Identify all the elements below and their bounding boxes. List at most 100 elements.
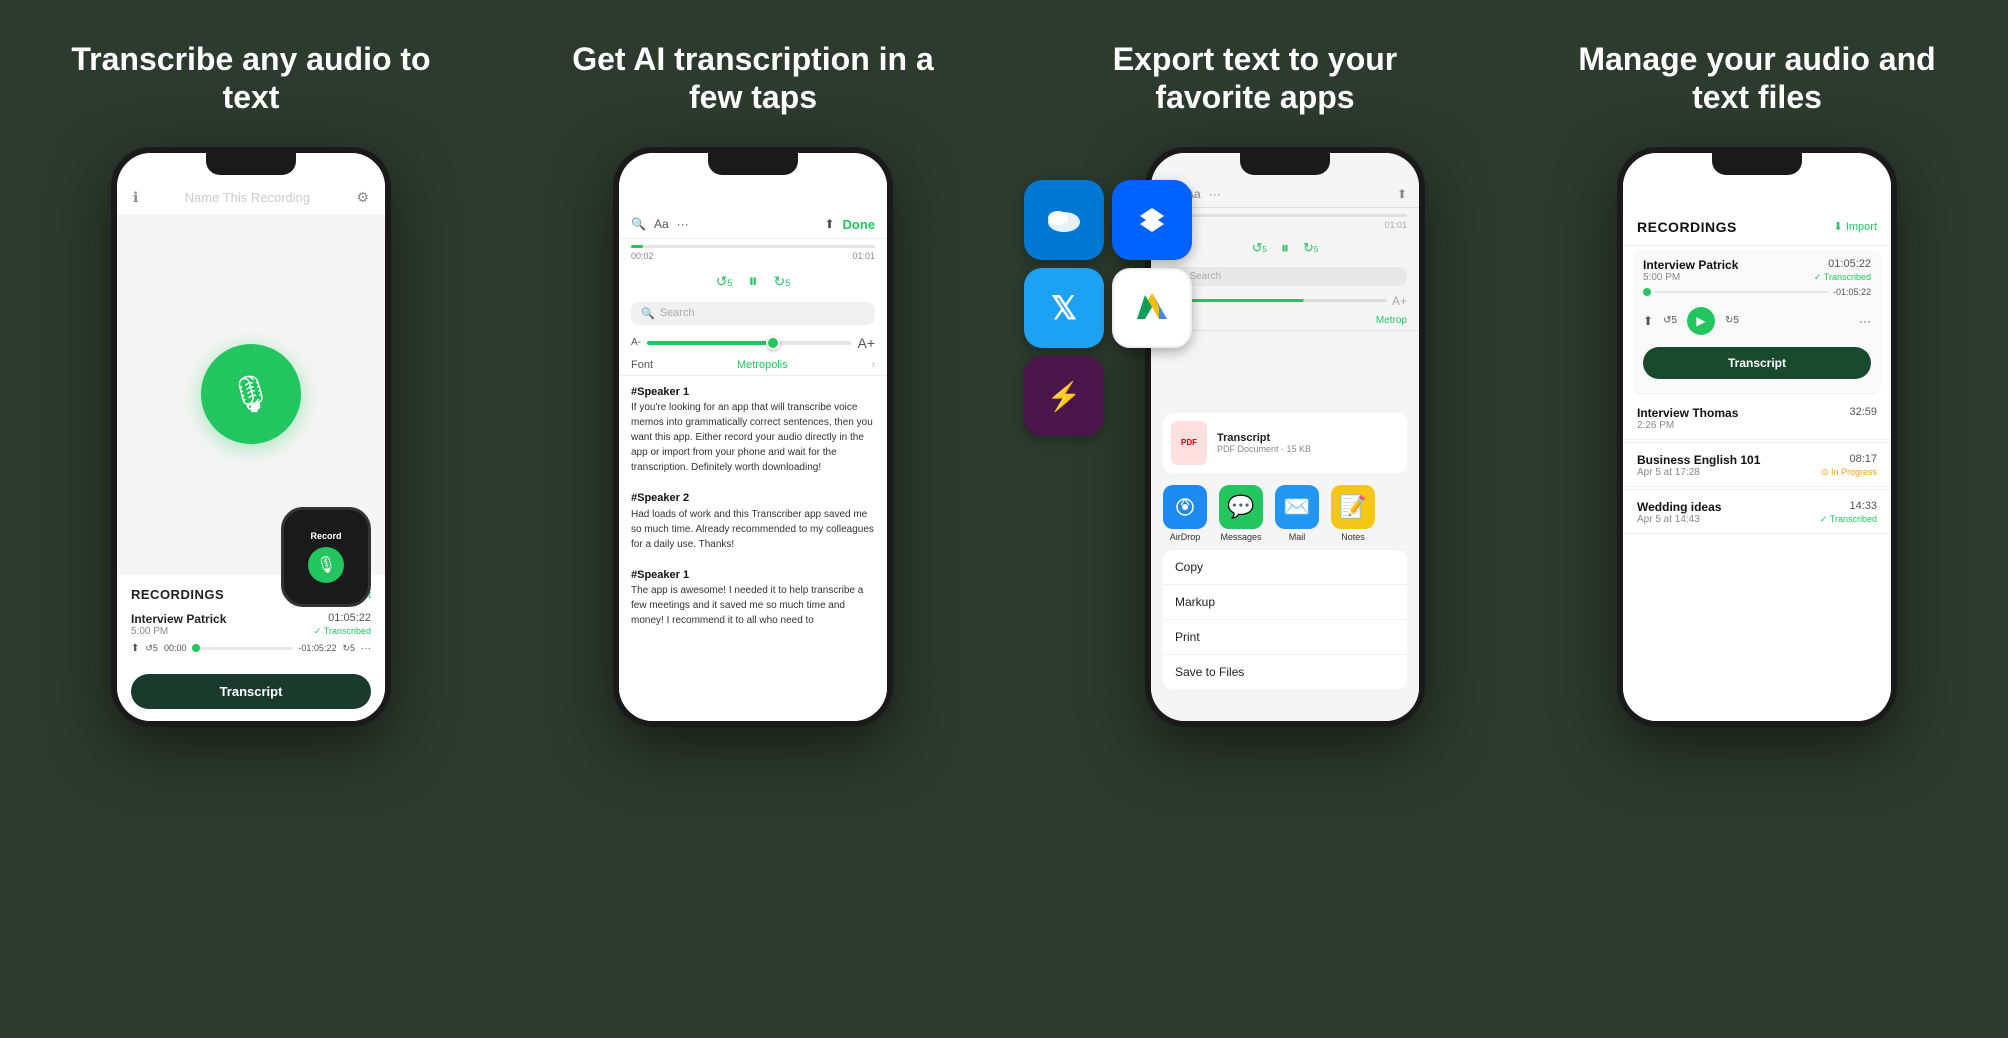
playback-controls: ↺5 ⏸ ↻5 — [619, 267, 887, 296]
share-file-item: PDF Transcript PDF Document · 15 KB — [1163, 413, 1407, 473]
play-green-4[interactable]: ▶ — [1687, 307, 1715, 335]
done-button[interactable]: Done — [843, 217, 876, 232]
font-small-label: A- — [631, 337, 641, 348]
recordings-list-screen: RECORDINGS ⬇ Import Interview Patrick 01… — [1623, 153, 1891, 721]
info-icon: ℹ — [133, 189, 138, 206]
recording-header: ℹ Name This Recording ⚙ — [117, 181, 385, 214]
slack-icon[interactable]: ⚡ — [1024, 356, 1104, 436]
twitter-icon[interactable]: 𝕏 — [1024, 268, 1104, 348]
recording-item-0[interactable]: Interview Patrick 01:05:22 5:00 PM ✓ Tra… — [131, 612, 371, 660]
search-bar-editor[interactable]: 🔍 Search — [631, 302, 875, 325]
more-icon-4[interactable]: ··· — [1859, 314, 1871, 328]
panel-2-title: Get AI transcription in a few taps — [563, 40, 943, 117]
rec-list-title: RECORDINGS — [1637, 219, 1737, 235]
print-action[interactable]: Print — [1163, 620, 1407, 655]
phone-mockup-4: RECORDINGS ⬇ Import Interview Patrick 01… — [1617, 147, 1897, 727]
notes-icon-circle: 📝 — [1331, 485, 1375, 529]
time-labels: 00:02 01:01 — [631, 251, 875, 261]
rec-dur-p4-3: 14:33 — [1849, 500, 1877, 514]
more-icon-0[interactable]: ··· — [361, 643, 371, 654]
speaker1-label: #Speaker 1 — [631, 384, 875, 401]
dropbox-icon[interactable] — [1112, 180, 1192, 260]
messages-app-item[interactable]: 💬 Messages — [1219, 485, 1263, 542]
file-name: Transcript — [1217, 432, 1311, 444]
rec-status-p4-0: ✓ Transcribed — [1814, 272, 1871, 283]
progress-bar-0[interactable] — [192, 647, 292, 650]
floating-app-icons: 𝕏 ⚡ — [1024, 180, 1192, 436]
pause-ctrl[interactable]: ⏸ — [749, 271, 758, 292]
copy-action[interactable]: Copy — [1163, 550, 1407, 585]
font-slider[interactable] — [647, 341, 851, 345]
share-icon-4[interactable]: ⬆ — [1643, 314, 1653, 328]
mini-progress-0[interactable] — [1655, 291, 1829, 293]
transcript-button-1[interactable]: Transcript — [131, 674, 371, 709]
file-size: PDF Document · 15 KB — [1217, 444, 1311, 454]
watch-record-button[interactable]: 🎙 — [308, 547, 344, 583]
fwd5-icon-0[interactable]: ↻5 — [342, 643, 355, 654]
recordings-list-full: RECORDINGS ⬇ Import Interview Patrick 01… — [1623, 181, 1891, 721]
rec-dur-p4-2: 08:17 — [1849, 453, 1877, 467]
search-icon-bar: 🔍 — [641, 307, 655, 320]
rec-item-0[interactable]: Interview Patrick 01:05:22 5:00 PM ✓ Tra… — [1633, 250, 1881, 394]
notes-label: Notes — [1341, 532, 1365, 542]
phone-mockup-2: 🔍 Aa ··· ⬆ Done 00:02 — [613, 147, 893, 727]
rec-name-p4-1: Interview Thomas — [1637, 406, 1738, 420]
back5-icon-0[interactable]: ↺5 — [145, 643, 158, 654]
more-icon-editor[interactable]: ··· — [677, 217, 689, 231]
rec-name-p4-2: Business English 101 — [1637, 453, 1760, 467]
rec-item-3[interactable]: Wedding ideas 14:33 Apr 5 at 14:43 ✓ Tra… — [1623, 492, 1891, 534]
font-slider-dot — [766, 336, 780, 350]
phone-notch-3 — [1240, 153, 1330, 175]
export-icon[interactable]: ⬆ — [824, 217, 834, 231]
toolbar-right: ⬆ Done — [824, 217, 875, 232]
rec-dur-p4-1: 32:59 — [1849, 406, 1877, 420]
font-name-value[interactable]: Metropolis — [737, 359, 788, 371]
airdrop-app-item[interactable]: AirDrop — [1163, 485, 1207, 542]
rec-status-p4-3: ✓ Transcribed — [1820, 514, 1877, 525]
gear-icon[interactable]: ⚙ — [356, 189, 369, 206]
rec-import-btn[interactable]: ⬇ Import — [1834, 220, 1877, 233]
font-large-label: A+ — [857, 335, 875, 351]
rec-time-p4-2: Apr 5 at 17:28 — [1637, 467, 1700, 478]
mic-icon: 🎙 — [228, 373, 274, 415]
panel-4-title: Manage your audio and text files — [1567, 40, 1947, 117]
mail-label: Mail — [1289, 532, 1306, 542]
fwd5-4[interactable]: ↻5 — [1725, 315, 1739, 326]
gdrive-icon[interactable] — [1112, 268, 1192, 348]
watch-mic-icon: 🎙 — [316, 555, 336, 575]
audio-progress-track[interactable] — [631, 245, 875, 248]
watch-mockup: Record 🎙 — [281, 507, 371, 607]
time-end-3: 01:01 — [1384, 220, 1407, 230]
share-sheet: PDF Transcript PDF Document · 15 KB — [1151, 401, 1419, 721]
rec-item-2[interactable]: Business English 101 08:17 Apr 5 at 17:2… — [1623, 445, 1891, 487]
search-icon-editor[interactable]: 🔍 — [631, 217, 646, 231]
rec-name-p4-3: Wedding ideas — [1637, 500, 1721, 514]
rec-list-header: RECORDINGS ⬇ Import — [1623, 211, 1891, 243]
transcribed-badge-0: ✓ Transcribed — [314, 626, 371, 637]
end-time-0: -01:05:22 — [298, 643, 336, 653]
back5-ctrl[interactable]: ↺5 — [716, 273, 733, 290]
font-icon-editor[interactable]: Aa — [654, 217, 669, 231]
phone-mockup-1: ℹ Name This Recording ⚙ 🎙 RECORDINGS ⬇ I… — [111, 147, 391, 727]
back5-4[interactable]: ↺5 — [1663, 315, 1677, 326]
phone-notch-4 — [1712, 153, 1802, 175]
rec-name-0: Interview Patrick — [131, 612, 226, 626]
record-button-large[interactable]: 🎙 — [201, 344, 301, 444]
watch-label: Record — [310, 531, 341, 541]
save-files-action[interactable]: Save to Files — [1163, 655, 1407, 689]
transcript-editor: 🔍 Aa ··· ⬆ Done 00:02 — [619, 181, 887, 721]
panel-manage: Manage your audio and text files RECORDI… — [1506, 0, 2008, 1038]
mail-app-item[interactable]: ✉️ Mail — [1275, 485, 1319, 542]
font-row: Font Metropolis › — [619, 355, 887, 376]
audio-progress-section: 00:02 01:01 — [619, 239, 887, 267]
onedrive-icon[interactable] — [1024, 180, 1104, 260]
fwd5-ctrl[interactable]: ↻5 — [774, 273, 791, 290]
transcript-btn-4[interactable]: Transcript — [1643, 347, 1871, 379]
rec-time-p4-3: Apr 5 at 14:43 — [1637, 514, 1700, 525]
markup-action[interactable]: Markup — [1163, 585, 1407, 620]
notes-app-item[interactable]: 📝 Notes — [1331, 485, 1375, 542]
speaker2-text: Had loads of work and this Transcriber a… — [631, 507, 875, 552]
share-icon-0[interactable]: ⬆ — [131, 643, 139, 654]
messages-icon-circle: 💬 — [1219, 485, 1263, 529]
rec-item-1[interactable]: Interview Thomas 32:59 2:26 PM — [1623, 398, 1891, 440]
